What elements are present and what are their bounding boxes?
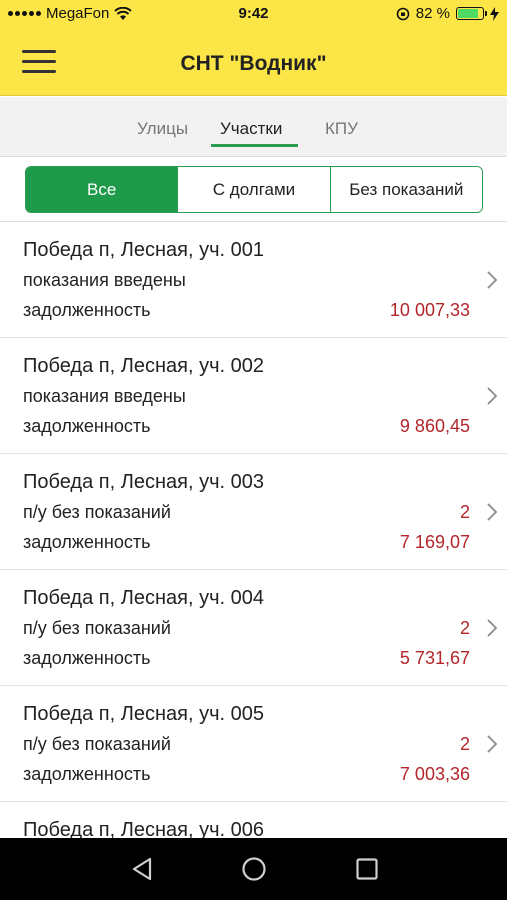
page-title: СНТ "Водник" [180,52,327,75]
debt-amount: 7 003,36 [399,764,470,784]
home-circle-icon[interactable] [241,856,267,882]
list-item[interactable]: Победа п, Лесная, уч. 006 [0,802,507,838]
recents-square-icon[interactable] [354,856,380,882]
debt-label: задолженность [23,648,151,668]
plot-title: Победа п, Лесная, уч. 004 [23,587,264,609]
debt-label: задолженность [23,300,151,320]
tab-kpu[interactable]: КПУ [325,119,358,139]
list-item[interactable]: Победа п, Лесная, уч. 001 показания введ… [0,222,507,338]
meters-without-readings-count: 2 [459,618,470,638]
chevron-right-icon [487,271,498,289]
plot-title: Победа п, Лесная, уч. 005 [23,703,264,725]
plot-title: Победа п, Лесная, уч. 003 [23,471,264,493]
chevron-right-icon [487,735,498,753]
app-bar: СНТ "Водник" [0,28,507,96]
readings-status: п/у без показаний [23,734,171,754]
plot-title: Победа п, Лесная, уч. 001 [23,239,264,261]
readings-status: п/у без показаний [23,502,171,522]
chevron-right-icon [487,619,498,637]
filter-with-debts-button[interactable]: С долгами [178,167,331,212]
filter-no-readings-button[interactable]: Без показаний [330,167,482,212]
plot-title: Победа п, Лесная, уч. 006 [23,819,264,838]
tab-streets[interactable]: Улицы [137,119,188,139]
debt-amount: 10 007,33 [389,300,470,320]
chevron-right-icon [487,387,498,405]
readings-status: показания введены [23,270,186,290]
tab-plots[interactable]: Участки [220,119,282,139]
list-item[interactable]: Победа п, Лесная, уч. 002 показания введ… [0,338,507,454]
debt-label: задолженность [23,764,151,784]
tab-bar: Улицы Участки КПУ [0,97,507,157]
plots-list: Победа п, Лесная, уч. 001 показания введ… [0,222,507,838]
debt-amount: 9 860,45 [399,416,470,436]
debt-label: задолженность [23,416,151,436]
filter-all-button[interactable]: Все [26,167,179,212]
list-item[interactable]: Победа п, Лесная, уч. 003 п/у без показа… [0,454,507,570]
plot-title: Победа п, Лесная, уч. 002 [23,355,264,377]
back-triangle-icon[interactable] [129,856,155,882]
system-nav-bar [0,838,507,900]
chevron-right-icon [487,503,498,521]
list-item[interactable]: Победа п, Лесная, уч. 004 п/у без показа… [0,570,507,686]
battery-percent: 82 % [415,5,450,22]
debt-amount: 7 169,07 [399,532,470,552]
orientation-lock-icon [396,7,410,20]
list-item[interactable]: Победа п, Лесная, уч. 005 п/у без показа… [0,686,507,802]
debt-label: задолженность [23,532,151,552]
active-tab-indicator [211,144,298,147]
battery-icon [456,7,487,20]
filter-segmented-control: Все С долгами Без показаний [25,166,483,213]
meters-without-readings-count: 2 [459,502,470,522]
meters-without-readings-count: 2 [459,734,470,754]
debt-amount: 5 731,67 [399,648,470,668]
readings-status: показания введены [23,386,186,406]
status-bar: MegaFon 9:42 82 % [0,0,507,28]
readings-status: п/у без показаний [23,618,171,638]
charging-bolt-icon [490,6,499,21]
